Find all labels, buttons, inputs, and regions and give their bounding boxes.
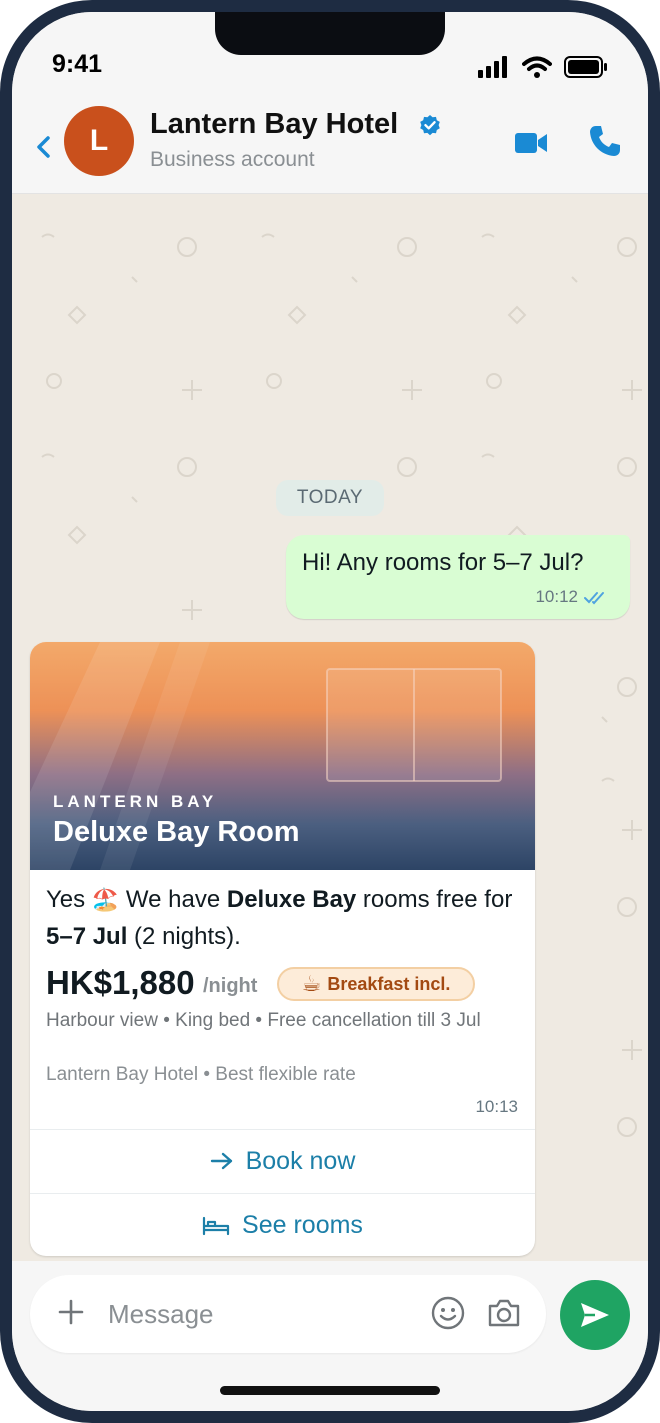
phone-frame: 9:41 L Lantern Bay Hotel Business accoun… [0, 0, 660, 1423]
book-now-button[interactable]: Book now [30, 1129, 535, 1192]
incoming-message-text: Yes 🏖️ We have Deluxe Bay rooms free for… [46, 886, 513, 950]
phone-call-icon[interactable] [588, 124, 622, 158]
send-icon [581, 1303, 609, 1327]
chat-area[interactable]: TODAY Hi! Any rooms for 5–7 Jul? 10:12 L… [12, 195, 648, 1261]
bed-icon [202, 1216, 230, 1236]
beach-umbrella-emoji: 🏖️ [91, 888, 120, 913]
room-features: Harbour view • King bed • Free cancellat… [46, 1010, 481, 1031]
incoming-room-card[interactable]: LANTERN BAY Deluxe Bay Room Yes 🏖️ We ha… [30, 642, 535, 1256]
incoming-message-time: 10:13 [475, 1097, 518, 1116]
contact-subtitle: Business account [150, 148, 315, 171]
home-indicator [220, 1386, 440, 1395]
price-unit: /night [203, 975, 258, 997]
room-price: HK$1,880 [46, 964, 195, 1001]
coffee-icon: ☕ [301, 971, 322, 997]
back-chevron-icon[interactable] [32, 130, 54, 164]
avatar-letter: L [89, 124, 109, 157]
see-rooms-button[interactable]: See rooms [30, 1193, 535, 1256]
chat-header: L Lantern Bay Hotel Business account [12, 102, 648, 194]
message-input[interactable] [108, 1295, 408, 1333]
notch [215, 12, 445, 55]
signal-icon [478, 56, 507, 78]
emoji-icon[interactable] [430, 1295, 466, 1331]
see-rooms-label: See rooms [242, 1210, 363, 1239]
breakfast-badge: ☕ Breakfast incl. [277, 967, 475, 1001]
date-separator: TODAY [276, 480, 384, 516]
breakfast-badge-label: Breakfast incl. [327, 973, 451, 994]
message-box[interactable] [30, 1275, 546, 1353]
read-receipt-icon [584, 592, 604, 605]
status-icons [478, 56, 608, 78]
book-now-label: Book now [245, 1146, 356, 1175]
hero-brand: LANTERN BAY [53, 792, 218, 811]
verified-badge-icon [420, 115, 440, 136]
status-time: 9:41 [52, 50, 103, 78]
outgoing-message-time: 10:12 [535, 587, 578, 606]
avatar[interactable]: L [64, 106, 134, 176]
wifi-icon [522, 56, 552, 78]
camera-icon[interactable] [486, 1296, 522, 1330]
contact-name[interactable]: Lantern Bay Hotel [150, 108, 398, 141]
plus-icon[interactable] [58, 1299, 84, 1325]
outgoing-message-text: Hi! Any rooms for 5–7 Jul? [302, 549, 584, 576]
arrow-right-icon [210, 1152, 232, 1170]
rate-info: Lantern Bay Hotel • Best flexible rate [46, 1064, 356, 1085]
video-call-icon[interactable] [514, 130, 548, 156]
battery-icon [564, 56, 607, 78]
outgoing-message[interactable]: Hi! Any rooms for 5–7 Jul? 10:12 [286, 535, 630, 619]
hero-room-title: Deluxe Bay Room [53, 816, 300, 848]
send-button[interactable] [560, 1280, 630, 1350]
screen: 9:41 L Lantern Bay Hotel Business accoun… [12, 12, 648, 1411]
